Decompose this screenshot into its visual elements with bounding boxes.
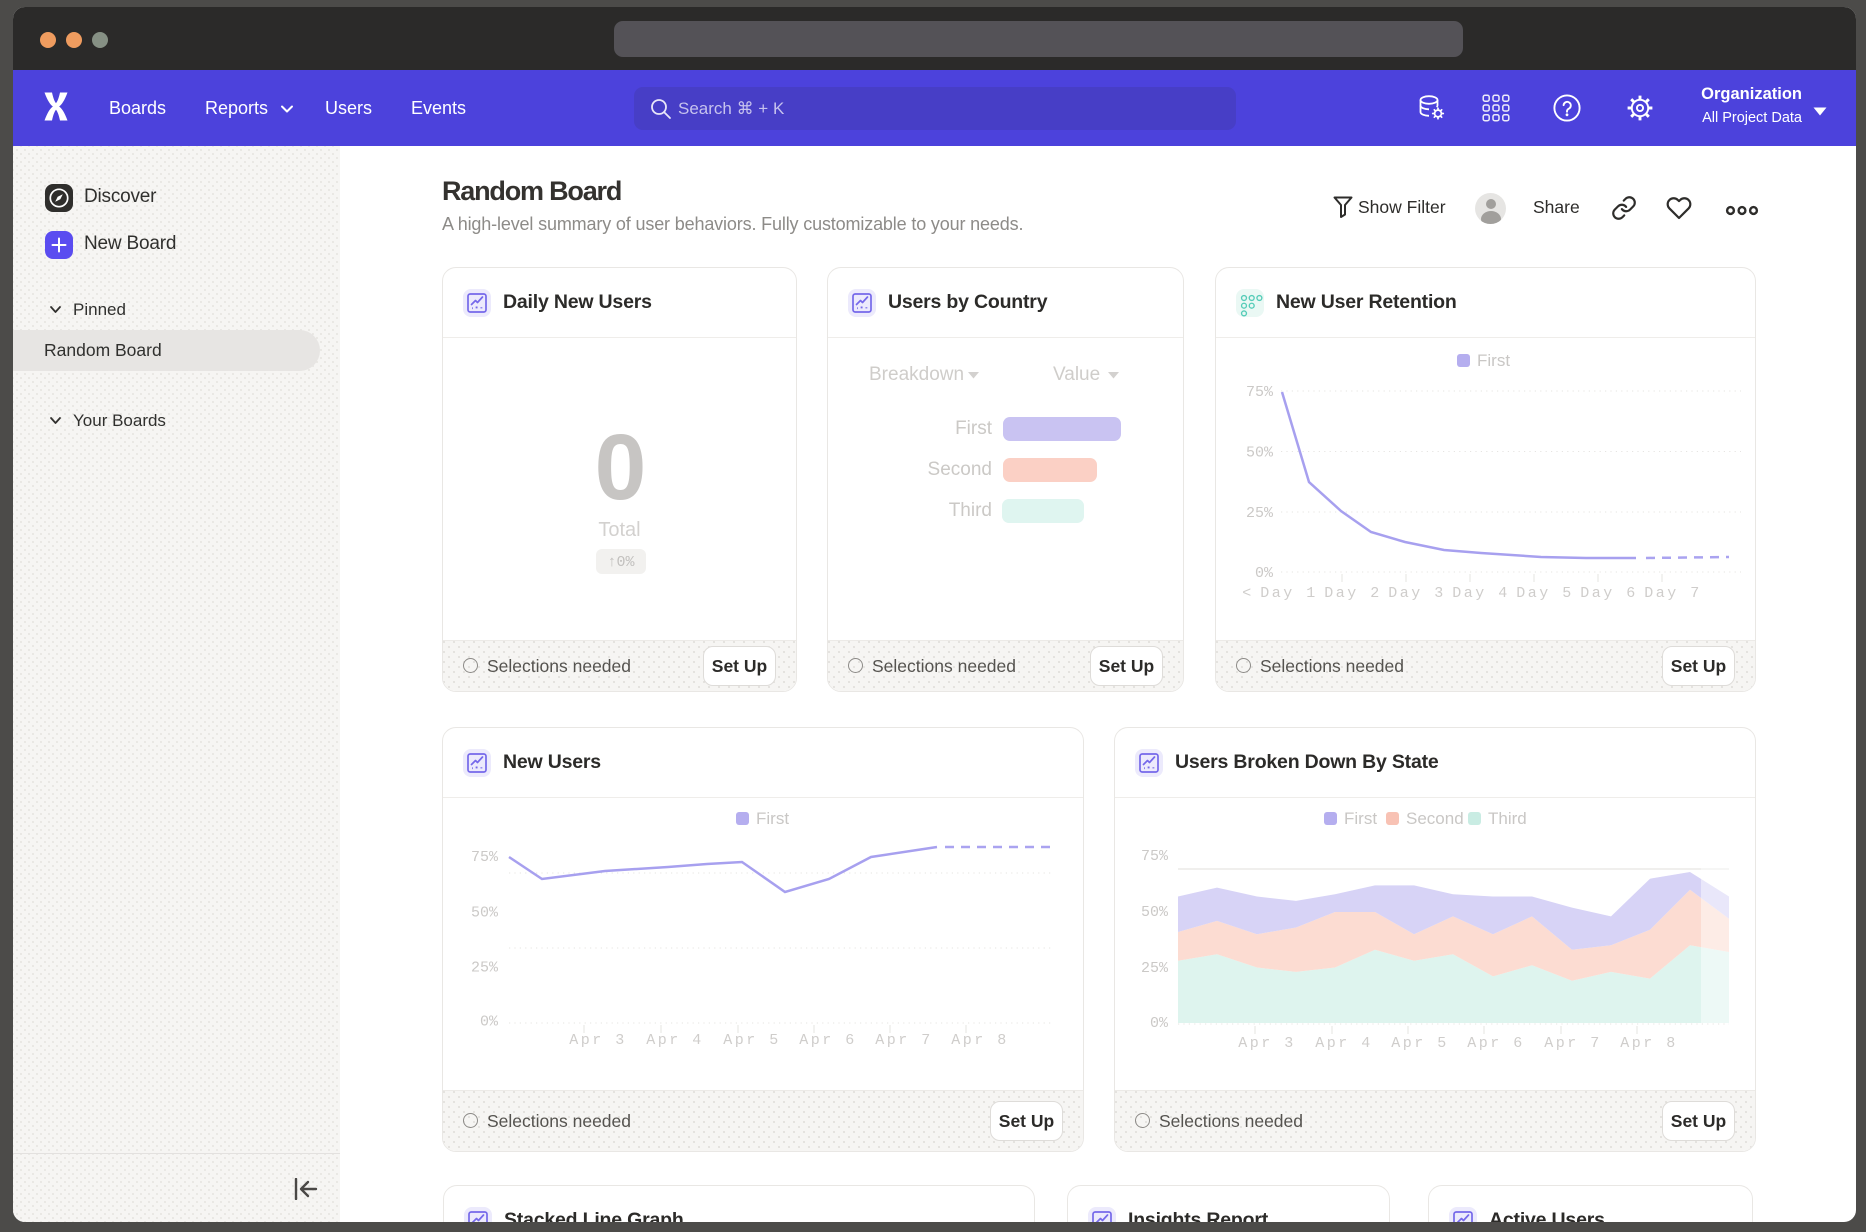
- svg-text:Day 7: Day 7: [1644, 585, 1702, 602]
- svg-text:Apr 7: Apr 7: [875, 1032, 933, 1049]
- svg-text:75%: 75%: [1246, 384, 1274, 401]
- svg-text:<: <: [1242, 585, 1254, 602]
- svg-text:Apr 7: Apr 7: [1544, 1035, 1602, 1052]
- svg-text:Apr 4: Apr 4: [646, 1032, 704, 1049]
- svg-text:Apr 6: Apr 6: [1467, 1035, 1525, 1052]
- svg-text:Apr 3: Apr 3: [1238, 1035, 1296, 1052]
- svg-text:Apr 6: Apr 6: [799, 1032, 857, 1049]
- svg-text:Day 3: Day 3: [1388, 585, 1446, 602]
- svg-text:75%: 75%: [471, 849, 499, 866]
- svg-text:First: First: [1344, 809, 1377, 828]
- svg-text:Day 6: Day 6: [1580, 585, 1638, 602]
- svg-text:Apr 4: Apr 4: [1315, 1035, 1373, 1052]
- svg-text:50%: 50%: [1246, 445, 1274, 462]
- svg-text:0%: 0%: [480, 1014, 499, 1031]
- svg-text:50%: 50%: [1141, 904, 1169, 921]
- svg-text:Day 4: Day 4: [1452, 585, 1510, 602]
- svg-text:50%: 50%: [471, 905, 499, 922]
- svg-text:Day 1: Day 1: [1260, 585, 1318, 602]
- svg-text:25%: 25%: [1141, 960, 1169, 977]
- svg-text:Apr 3: Apr 3: [569, 1032, 627, 1049]
- svg-text:25%: 25%: [471, 960, 499, 977]
- svg-text:75%: 75%: [1141, 848, 1169, 865]
- svg-text:Apr 5: Apr 5: [1391, 1035, 1449, 1052]
- svg-text:0%: 0%: [1150, 1015, 1169, 1032]
- svg-text:First: First: [756, 809, 789, 828]
- svg-text:Apr 5: Apr 5: [723, 1032, 781, 1049]
- svg-text:First: First: [1477, 351, 1510, 370]
- svg-text:Second: Second: [1406, 809, 1464, 828]
- svg-text:0%: 0%: [1255, 565, 1274, 582]
- svg-text:25%: 25%: [1246, 505, 1274, 522]
- svg-text:Apr 8: Apr 8: [951, 1032, 1009, 1049]
- svg-text:Day 5: Day 5: [1516, 585, 1574, 602]
- svg-text:Day 2: Day 2: [1324, 585, 1382, 602]
- svg-text:Apr 8: Apr 8: [1620, 1035, 1678, 1052]
- svg-text:Third: Third: [1488, 809, 1527, 828]
